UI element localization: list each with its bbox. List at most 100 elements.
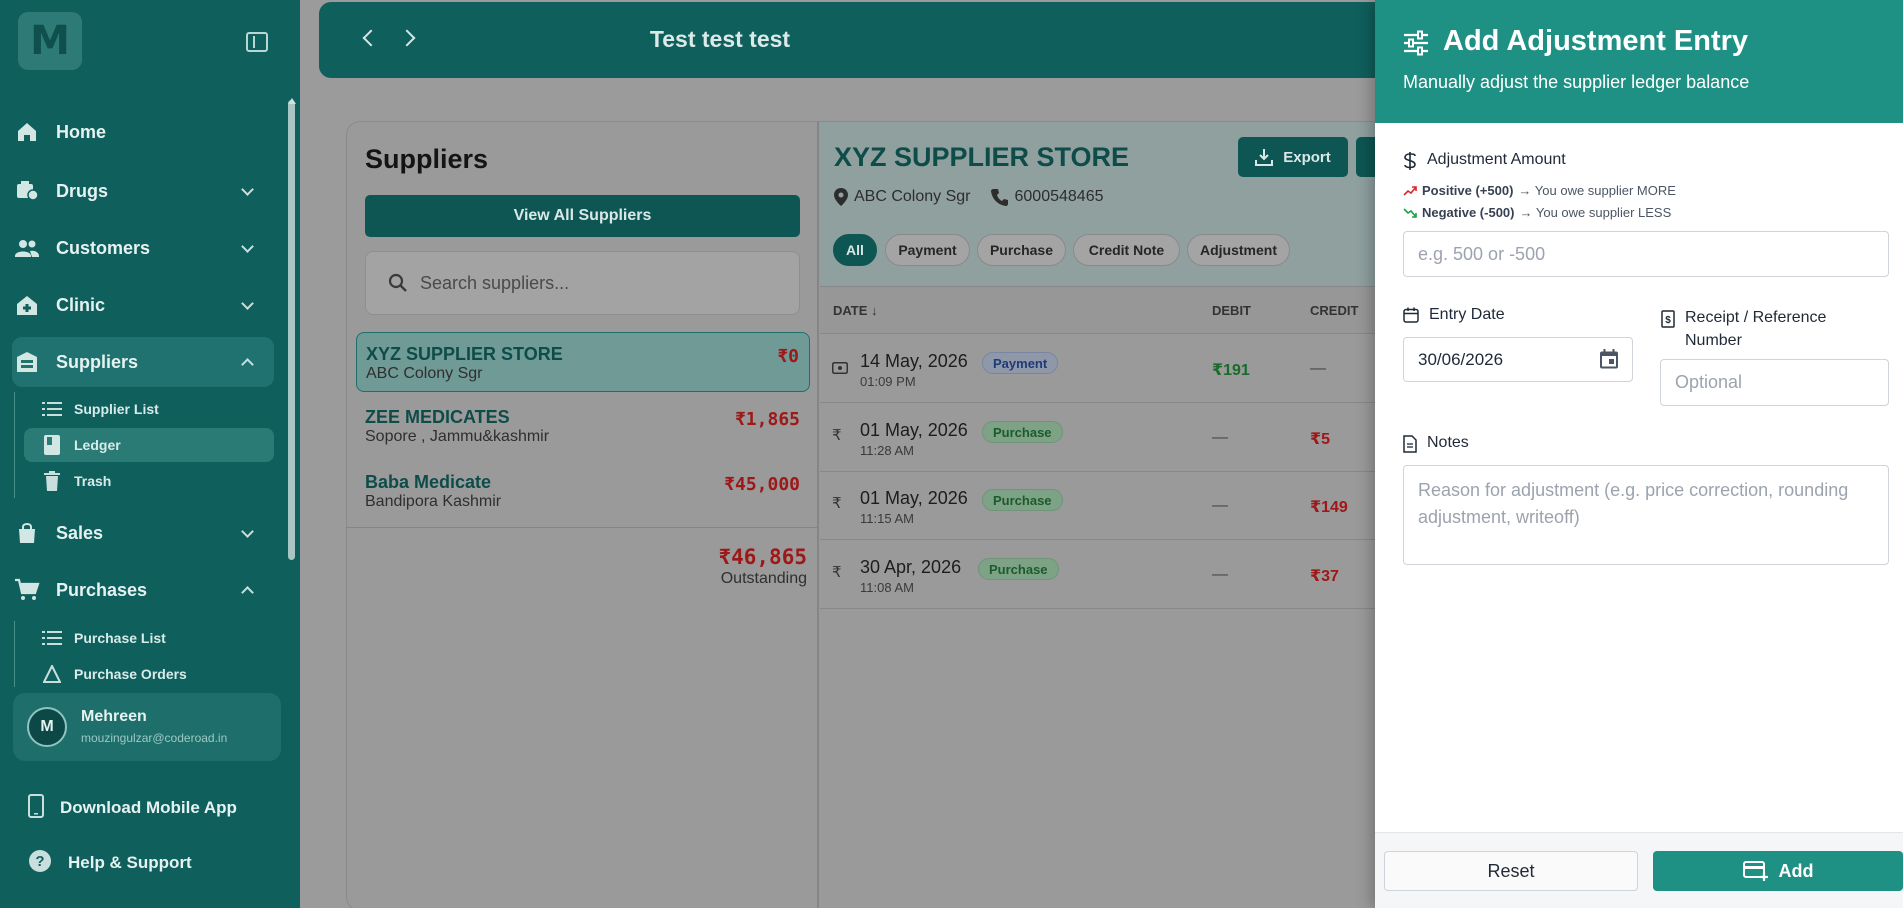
document-icon xyxy=(1403,435,1417,453)
calendar-icon xyxy=(1403,307,1419,323)
table-row[interactable]: 14 May, 2026 01:09 PM Payment ₹191 — xyxy=(820,335,1415,403)
download-app-link[interactable]: Download Mobile App xyxy=(28,793,237,823)
list-icon xyxy=(42,399,62,419)
status-badge: Payment xyxy=(982,352,1059,374)
status-badge: Purchase xyxy=(978,558,1059,580)
sidebar-item-sales[interactable]: Sales xyxy=(12,508,274,558)
sidebar-scrollbar[interactable] xyxy=(288,100,295,560)
positive-hint: Positive (+500) → You owe supplier MORE xyxy=(1403,183,1676,198)
book-icon xyxy=(42,435,62,455)
column-credit: CREDIT xyxy=(1310,303,1359,318)
filter-chip-adjustment[interactable]: Adjustment xyxy=(1187,234,1290,266)
table-row[interactable]: ₹ 30 Apr, 2026 11:08 AM Purchase — ₹37 xyxy=(820,541,1415,609)
drawer-header: Add Adjustment Entry Manually adjust the… xyxy=(1375,0,1903,123)
rupee-icon: ₹ xyxy=(832,495,842,512)
sidebar-item-suppliers[interactable]: Suppliers xyxy=(12,337,274,387)
column-date[interactable]: DATE ↓ xyxy=(833,303,878,318)
chevron-down-icon xyxy=(241,297,254,310)
column-debit: DEBIT xyxy=(1212,303,1251,318)
sidebar-item-purchase-orders[interactable]: Purchase Orders xyxy=(24,657,274,691)
entry-date-input[interactable]: 30/06/2026 xyxy=(1403,337,1633,382)
adjustment-amount-input[interactable]: e.g. 500 or -500 xyxy=(1403,231,1889,277)
reference-number-label: $ Receipt / Reference Number xyxy=(1661,306,1881,352)
help-icon: ? xyxy=(28,849,52,878)
sidebar-item-purchase-list[interactable]: Purchase List xyxy=(24,621,274,655)
shopping-bag-icon xyxy=(14,520,40,546)
receipt-icon: $ xyxy=(1661,310,1675,328)
avatar: M xyxy=(27,707,67,747)
sidebar-item-supplier-list[interactable]: Supplier List xyxy=(24,392,274,426)
search-icon xyxy=(388,273,408,293)
cash-icon xyxy=(832,361,848,379)
home-icon xyxy=(14,119,40,145)
view-all-suppliers-button[interactable]: View All Suppliers xyxy=(365,195,800,237)
suppliers-title: Suppliers xyxy=(365,144,489,174)
total-outstanding-label: Outstanding xyxy=(720,570,807,587)
add-adjustment-drawer: Add Adjustment Entry Manually adjust the… xyxy=(1375,0,1903,908)
reset-button[interactable]: Reset xyxy=(1384,851,1638,891)
drawer-subtitle: Manually adjust the supplier ledger bala… xyxy=(1403,72,1750,92)
notes-label: Notes xyxy=(1403,434,1469,453)
divider xyxy=(347,527,819,528)
page-title: Test test test xyxy=(649,26,791,52)
sidebar-item-home[interactable]: Home xyxy=(12,107,274,157)
supplier-search-input[interactable]: Search suppliers... xyxy=(365,251,800,315)
trending-down-icon xyxy=(1403,207,1417,218)
table-row[interactable]: ₹ 01 May, 2026 11:28 AM Purchase — ₹5 xyxy=(820,404,1415,472)
table-row[interactable]: ₹ 01 May, 2026 11:15 AM Purchase — ₹149 xyxy=(820,472,1415,540)
cone-icon xyxy=(42,664,62,684)
sidebar-item-drugs[interactable]: Drugs xyxy=(12,166,274,216)
rupee-icon: ₹ xyxy=(832,427,842,444)
notes-textarea[interactable]: Reason for adjustment (e.g. price correc… xyxy=(1403,465,1889,565)
entry-date-label: Entry Date xyxy=(1403,306,1505,324)
ledger-pane: XYZ SUPPLIER STORE ABC Colony Sgr 600054… xyxy=(820,122,1415,908)
ledger-table-header: DATE ↓ DEBIT CREDIT xyxy=(820,286,1415,334)
ledger-phone: 6000548465 xyxy=(1014,188,1104,205)
filter-chip-payment[interactable]: Payment xyxy=(885,234,970,266)
people-icon xyxy=(14,235,40,261)
warehouse-icon xyxy=(14,349,40,375)
sidebar-item-trash[interactable]: Trash xyxy=(24,464,274,498)
add-button[interactable]: Add xyxy=(1653,851,1903,891)
drawer-title: Add Adjustment Entry xyxy=(1443,25,1749,57)
chevron-down-icon xyxy=(241,240,254,253)
sidebar-item-purchases[interactable]: Purchases xyxy=(12,565,274,615)
user-card[interactable]: M Mehreen mouzingulzar@coderoad.in xyxy=(13,693,281,761)
cart-icon xyxy=(14,577,40,603)
help-support-link[interactable]: ? Help & Support xyxy=(28,848,192,878)
ledger-supplier-name: XYZ SUPPLIER STORE xyxy=(834,142,1130,172)
export-button[interactable]: Export xyxy=(1238,137,1348,177)
trash-icon xyxy=(42,471,62,491)
chevron-up-icon xyxy=(241,586,254,599)
submenu-line xyxy=(14,392,15,498)
filter-chip-purchase[interactable]: Purchase xyxy=(977,234,1066,266)
supplier-row[interactable]: ZEE MEDICATES Sopore , Jammu&kashmir ₹1,… xyxy=(356,396,810,456)
status-badge: Purchase xyxy=(982,489,1063,511)
supplier-row[interactable]: Baba Medicate Bandipora Kashmir ₹45,000 xyxy=(356,461,810,521)
filter-chip-credit-note[interactable]: Credit Note xyxy=(1073,234,1180,266)
user-email: mouzingulzar@coderoad.in xyxy=(81,731,228,745)
suppliers-panel: Suppliers View All Suppliers Search supp… xyxy=(346,121,1416,908)
adjustment-amount-label: Adjustment Amount xyxy=(1403,151,1566,170)
ledger-header: XYZ SUPPLIER STORE ABC Colony Sgr 600054… xyxy=(820,122,1415,286)
sidebar-item-clinic[interactable]: Clinic xyxy=(12,280,274,330)
phone-icon xyxy=(990,188,1009,206)
filter-chip-all[interactable]: All xyxy=(833,234,877,266)
ledger-supplier-meta: ABC Colony Sgr 6000548465 xyxy=(834,188,1103,206)
supplier-list-pane: Suppliers View All Suppliers Search supp… xyxy=(347,122,819,908)
sidebar-item-customers[interactable]: Customers xyxy=(12,223,274,273)
chevron-up-icon xyxy=(241,358,254,371)
trending-up-icon xyxy=(1403,185,1417,196)
calendar-picker-icon[interactable] xyxy=(1598,348,1620,375)
pill-icon xyxy=(14,178,40,204)
reference-number-input[interactable]: Optional xyxy=(1660,359,1889,406)
supplier-row[interactable]: XYZ SUPPLIER STORE ABC Colony Sgr ₹0 xyxy=(356,332,810,392)
user-name: Mehreen xyxy=(81,708,147,725)
svg-text:?: ? xyxy=(35,853,44,870)
clinic-icon xyxy=(14,292,40,318)
ledger-location: ABC Colony Sgr xyxy=(854,188,971,205)
sliders-icon xyxy=(1403,30,1429,61)
sidebar-item-ledger[interactable]: Ledger xyxy=(24,428,274,462)
drawer-footer: Reset Add xyxy=(1375,832,1903,908)
location-pin-icon xyxy=(834,188,848,206)
